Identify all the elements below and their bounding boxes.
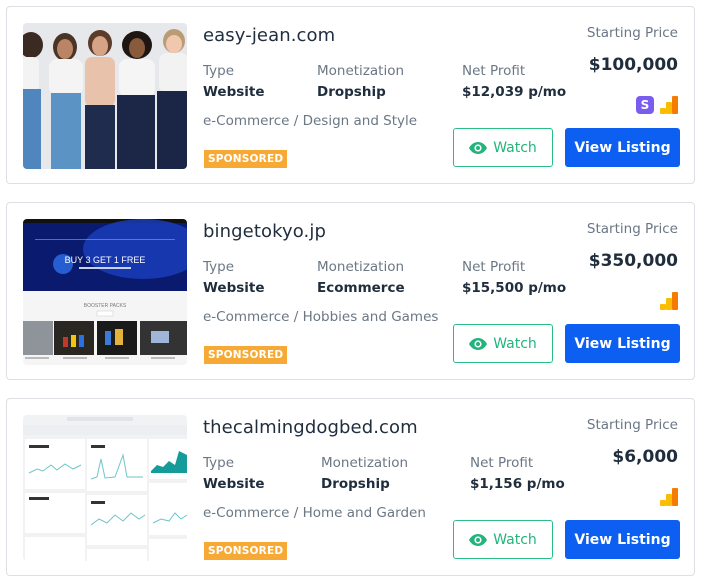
watch-button[interactable]: Watch	[453, 324, 553, 363]
starting-price-value: $100,000	[588, 55, 678, 75]
type-label: Type	[203, 63, 235, 79]
listing-card: BUY 3 GET 1 FREE BOOSTER PACKS bingetoky…	[6, 202, 695, 380]
starting-price-value: $350,000	[588, 251, 678, 271]
integration-badges: S	[636, 96, 678, 114]
eye-icon	[469, 533, 488, 546]
listing-thumbnail[interactable]: BUY 3 GET 1 FREE BOOSTER PACKS	[23, 219, 187, 365]
watch-button[interactable]: Watch	[453, 520, 553, 559]
sponsored-badge: SPONSORED	[204, 150, 288, 168]
monetization-label: Monetization	[317, 259, 405, 275]
monetization-value: Ecommerce	[317, 280, 405, 296]
net-profit-value: $12,039 p/mo	[462, 84, 567, 100]
sponsored-badge: SPONSORED	[204, 542, 288, 560]
integration-badges	[660, 488, 678, 506]
listing-results: easy-jean.com Type Website Monetization …	[0, 0, 707, 584]
thumb-section-text: BOOSTER PACKS	[84, 303, 127, 309]
watch-button-label: Watch	[493, 531, 537, 548]
thumb-banner-text: BUY 3 GET 1 FREE	[65, 255, 146, 265]
listing-title[interactable]: easy-jean.com	[203, 25, 335, 46]
starting-price-label: Starting Price	[586, 417, 678, 433]
store-homepage-image: BUY 3 GET 1 FREE BOOSTER PACKS	[23, 219, 187, 365]
starting-price-label: Starting Price	[586, 25, 678, 41]
net-profit-value: $1,156 p/mo	[470, 476, 565, 492]
type-label: Type	[203, 455, 235, 471]
eye-icon	[469, 337, 488, 350]
net-profit-value: $15,500 p/mo	[462, 280, 567, 296]
google-analytics-icon	[660, 96, 678, 114]
type-value: Website	[203, 280, 265, 296]
listing-thumbnail[interactable]	[23, 415, 187, 561]
listing-card: thecalmingdogbed.com Type Website Moneti…	[6, 398, 695, 576]
eye-icon	[469, 141, 488, 154]
starting-price-label: Starting Price	[586, 221, 678, 237]
listing-title[interactable]: bingetokyo.jp	[203, 221, 326, 242]
monetization-value: Dropship	[317, 84, 386, 100]
listing-category: e-Commerce / Home and Garden	[203, 505, 426, 521]
view-listing-button[interactable]: View Listing	[565, 520, 680, 559]
starting-price-value: $6,000	[612, 447, 678, 467]
view-listing-button[interactable]: View Listing	[565, 324, 680, 363]
watch-button-label: Watch	[493, 139, 537, 156]
monetization-label: Monetization	[317, 63, 405, 79]
type-value: Website	[203, 476, 265, 492]
net-profit-label: Net Profit	[462, 63, 526, 79]
type-value: Website	[203, 84, 265, 100]
analytics-dashboard-image	[23, 415, 187, 561]
women-in-jeans-image	[23, 23, 187, 169]
sponsored-badge: SPONSORED	[204, 346, 288, 364]
listing-card: easy-jean.com Type Website Monetization …	[6, 6, 695, 184]
google-analytics-icon	[660, 292, 678, 310]
watch-button[interactable]: Watch	[453, 128, 553, 167]
listing-category: e-Commerce / Design and Style	[203, 113, 418, 129]
integration-badges	[660, 292, 678, 310]
google-analytics-icon	[660, 488, 678, 506]
net-profit-label: Net Profit	[470, 455, 534, 471]
type-label: Type	[203, 259, 235, 275]
stripe-icon: S	[636, 96, 654, 114]
listing-title[interactable]: thecalmingdogbed.com	[203, 417, 418, 438]
monetization-label: Monetization	[321, 455, 409, 471]
listing-category: e-Commerce / Hobbies and Games	[203, 309, 439, 325]
monetization-value: Dropship	[321, 476, 390, 492]
listing-thumbnail[interactable]	[23, 23, 187, 169]
watch-button-label: Watch	[493, 335, 537, 352]
net-profit-label: Net Profit	[462, 259, 526, 275]
view-listing-button[interactable]: View Listing	[565, 128, 680, 167]
